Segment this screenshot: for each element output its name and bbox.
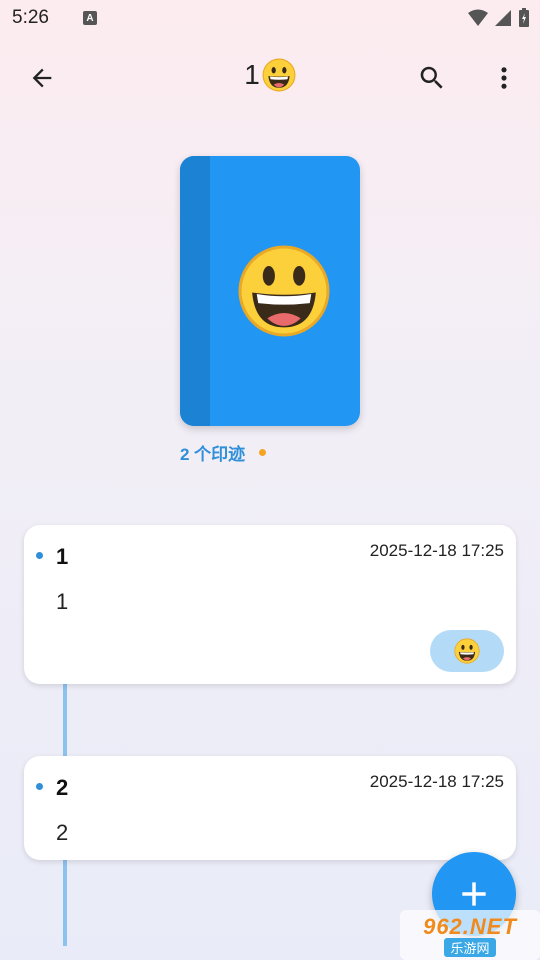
watermark-bottom: 乐游网 (444, 937, 496, 957)
watermark-top: 962.NET (423, 913, 517, 939)
search-icon (420, 66, 443, 89)
signal-icon (495, 10, 511, 26)
entry-bullet (36, 552, 43, 559)
accessibility-badge-icon: A (82, 11, 97, 25)
entry-timestamp: 2025-12-18 17:25 (369, 541, 504, 560)
status-icons (468, 8, 530, 28)
battery-icon (519, 8, 529, 27)
grinning-face-icon (238, 245, 330, 337)
status-bar: 5:26 A (0, 0, 540, 36)
wifi-icon (468, 9, 488, 26)
book-cover[interactable] (180, 156, 360, 426)
entry-card[interactable]: 1 2025-12-18 17:25 1 (24, 525, 516, 684)
entry-title: 2 (56, 775, 69, 800)
book-cover-emoji (235, 244, 333, 343)
timeline-connector (63, 860, 67, 946)
entry-bullet (36, 783, 43, 790)
entry-card[interactable]: 2 2025-12-18 17:25 2 (24, 756, 516, 860)
site-watermark: 962.NET 乐游网 (400, 910, 540, 960)
footprint-count: 2 个印迹 (180, 440, 267, 465)
page-title: 1 (0, 58, 540, 92)
grinning-face-icon (454, 638, 480, 664)
reaction-chip[interactable] (430, 630, 504, 672)
more-vert-icon (501, 67, 507, 89)
status-dot (259, 449, 267, 456)
book-spine (180, 156, 210, 426)
entry-body: 1 (56, 589, 69, 614)
more-options-button[interactable] (480, 54, 528, 102)
entry-body: 2 (56, 820, 69, 845)
status-time: 5:26 (12, 7, 49, 28)
entry-title: 1 (56, 544, 69, 569)
plus-icon (462, 882, 486, 906)
app-bar: 1 (0, 44, 540, 114)
page-title-text: 1 (244, 59, 260, 90)
entry-timestamp: 2025-12-18 17:25 (369, 772, 504, 791)
search-button[interactable] (408, 54, 456, 102)
footprint-count-label: 2 个印迹 (180, 445, 246, 464)
timeline-connector (63, 684, 67, 758)
grinning-face-icon (262, 58, 296, 92)
